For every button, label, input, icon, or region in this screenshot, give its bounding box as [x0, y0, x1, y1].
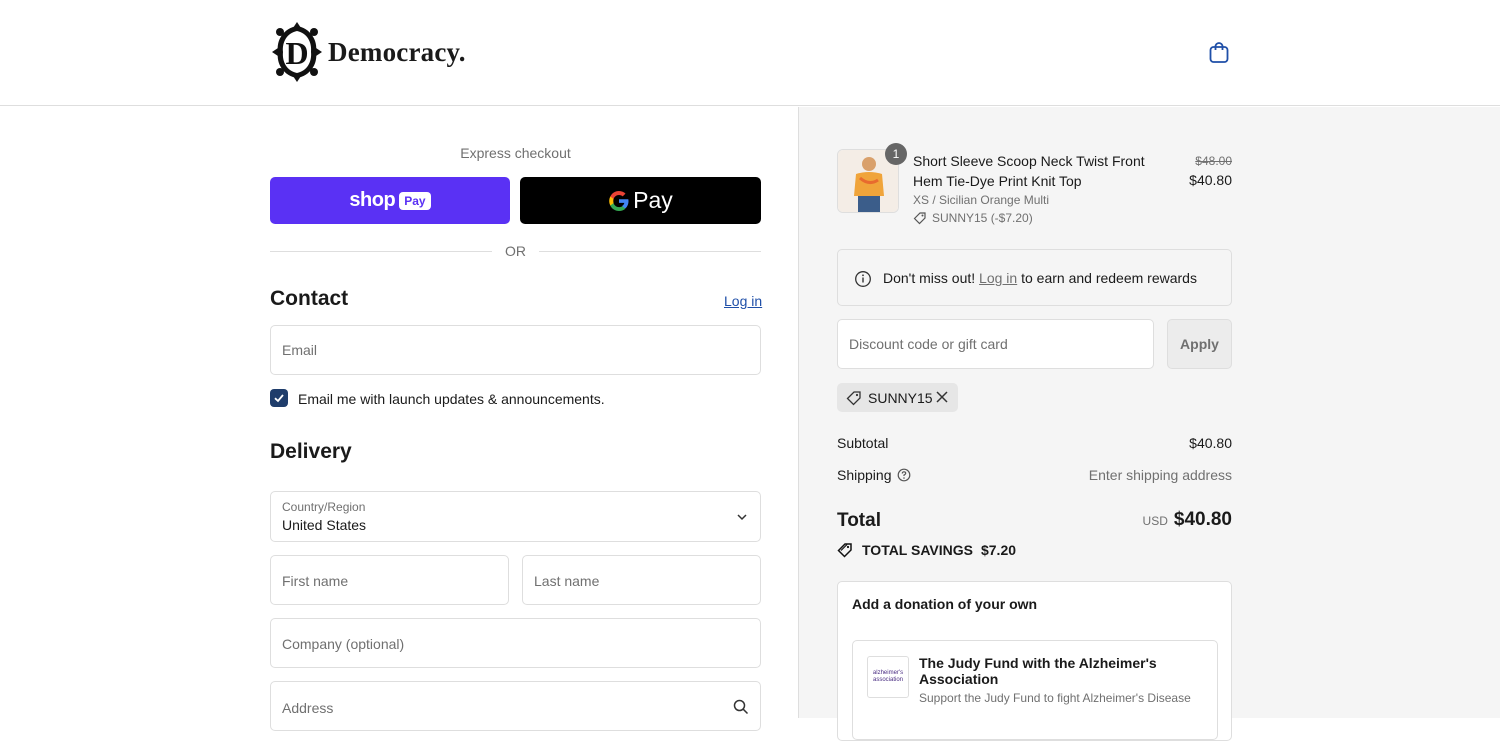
tag-icon [913, 212, 926, 225]
total-value: $40.80 [1173, 509, 1232, 530]
savings-tag-icon [837, 543, 852, 558]
total-value-group: USD $40.80 [1001, 509, 1232, 531]
tag-icon [846, 390, 861, 405]
svg-text:D: D [285, 35, 308, 71]
product-discount-text: SUNNY15 (-$7.20) [932, 211, 1033, 225]
rewards-banner: Don't miss out! Log in to earn and redee… [837, 249, 1232, 306]
product-name: Short Sleeve Scoop Neck Twist Front Hem … [913, 153, 1145, 189]
original-price: $48.00 [1195, 154, 1232, 168]
rewards-text-before: Don't miss out! [883, 270, 980, 286]
total-label: Total [837, 510, 881, 531]
rewards-text-after: to earn and redeem rewards [1017, 270, 1197, 286]
subtotal-value: $40.80 [1189, 435, 1232, 451]
currency-code: USD [1142, 514, 1168, 528]
site-header: D Democracy. [0, 0, 1500, 106]
rewards-text: Don't miss out! Log in to earn and redee… [883, 270, 1197, 286]
charity-option[interactable]: alzheimer's association The Judy Fund wi… [852, 640, 1218, 740]
charity-description: Support the Judy Fund to fight Alzheimer… [919, 691, 1191, 705]
brand-name: Democracy. [328, 36, 466, 67]
shipping-value: Enter shipping address [1088, 467, 1232, 483]
savings-label: TOTAL SAVINGS [862, 542, 973, 558]
brand-logo[interactable]: D Democracy. [270, 20, 466, 84]
total-savings: TOTAL SAVINGS $7.20 [837, 542, 1016, 558]
remove-discount-icon[interactable] [935, 390, 949, 404]
charity-logo: alzheimer's association [867, 656, 909, 698]
help-icon[interactable] [897, 468, 911, 482]
applied-discount-chip: SUNNY15 [837, 383, 958, 412]
shipping-row: Shipping [837, 467, 911, 483]
savings-value: $7.20 [980, 542, 1017, 558]
info-icon [855, 271, 871, 287]
charity-name: The Judy Fund with the Alzheimer's Assoc… [919, 655, 1157, 687]
donation-card: Add a donation of your own alzheimer's a… [837, 581, 1232, 741]
order-summary: 1 Short Sleeve Scoop Neck Twist Front He… [798, 107, 1500, 741]
item-price: $40.80 [1189, 172, 1232, 188]
shipping-label: Shipping [837, 467, 892, 483]
discount-code-placeholder: Discount code or gift card [849, 336, 1008, 352]
quantity-badge: 1 [885, 143, 907, 165]
product-discount: SUNNY15 (-$7.20) [913, 211, 1033, 225]
discount-code-field[interactable]: Discount code or gift card [837, 319, 1154, 369]
damask-logo-icon: D [272, 22, 322, 82]
subtotal-label: Subtotal [837, 435, 889, 451]
apply-button[interactable]: Apply [1167, 319, 1232, 369]
applied-discount-code: SUNNY15 [868, 389, 933, 406]
shopping-bag-icon[interactable] [1207, 40, 1231, 64]
donation-title: Add a donation of your own [852, 596, 1038, 612]
rewards-login-link[interactable]: Log in [979, 270, 1017, 286]
product-variant: XS / Sicilian Orange Multi [913, 193, 1050, 207]
